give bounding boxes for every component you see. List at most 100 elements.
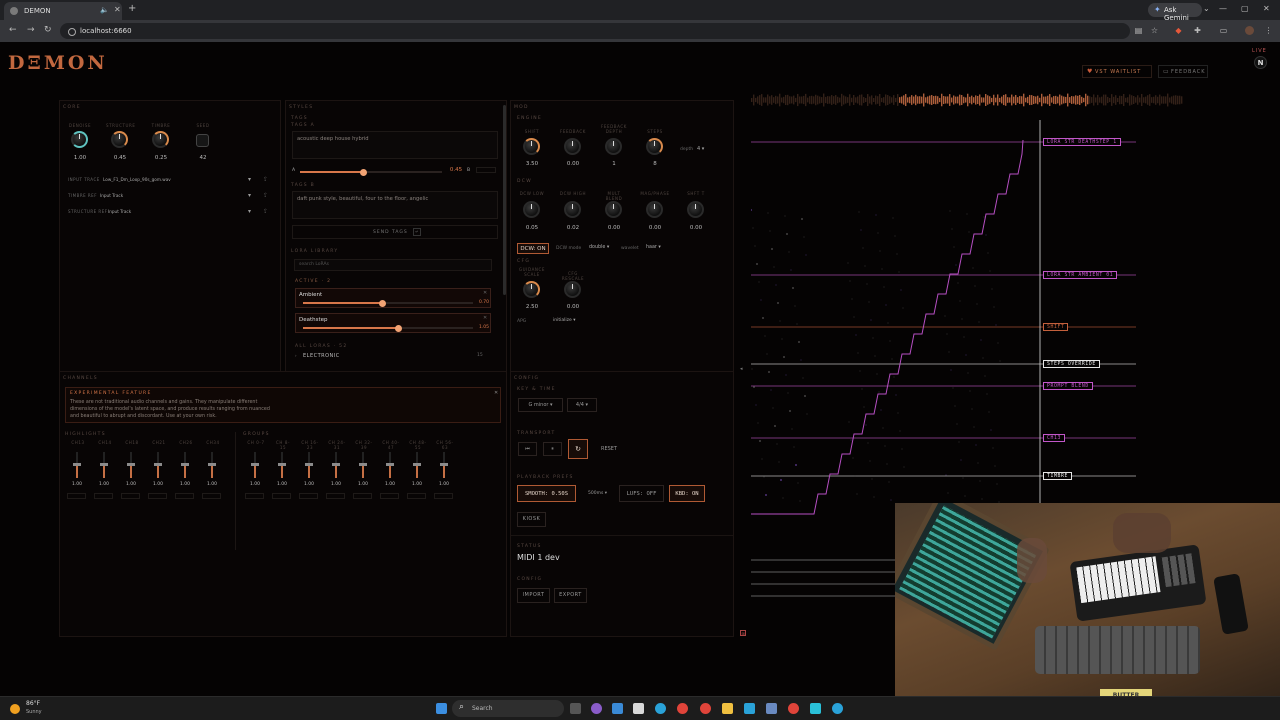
channel-fader[interactable] [386,452,394,478]
upload-icon[interactable]: ⇪ [263,208,269,215]
channel-chip[interactable] [175,493,194,499]
install-icon[interactable]: ▤ [1134,26,1143,35]
channel-chip[interactable] [67,493,86,499]
app-icon[interactable] [612,703,623,714]
channel-fader[interactable] [332,452,340,478]
menu-dots-icon[interactable]: ⋮ [1264,26,1273,35]
guidance-scale-knob[interactable] [523,281,540,298]
denoise-knob[interactable] [71,131,88,148]
steps-knob[interactable] [646,138,663,155]
automation-lane-label[interactable]: STEPS OVERRIDE [1043,360,1100,368]
fader-cap[interactable] [251,462,259,466]
vst-waitlist-button[interactable]: VST WAITLIST [1082,65,1152,78]
channel-fader[interactable] [440,452,448,478]
import-button[interactable]: IMPORT [517,588,550,603]
lora-weight-slider[interactable] [303,299,473,307]
channel-chip[interactable] [434,493,453,499]
prompt-blend-slider[interactable] [300,168,442,176]
avatar[interactable]: N [1254,56,1267,69]
weather-desc[interactable]: Sunny [26,709,42,715]
weather-temp[interactable]: 86°F [26,700,40,707]
windows-start-icon[interactable] [436,703,447,714]
fader-cap[interactable] [181,462,189,466]
fader-cap[interactable] [413,462,421,466]
channel-chip[interactable] [121,493,140,499]
maximize-icon[interactable]: ▢ [1241,4,1249,13]
automation-lane-label[interactable]: SHIFT [1043,323,1069,331]
structure-knob[interactable] [111,131,128,148]
kbd-toggle[interactable]: KBD: ON [669,485,705,502]
channel-chip[interactable] [380,493,399,499]
dcw-mode-select[interactable]: double ▾ [589,245,609,250]
grid-toggle-icon[interactable]: ⊞ [740,630,746,636]
upload-icon[interactable]: ⇪ [263,192,269,199]
key-select[interactable]: G minor ▾ [518,398,563,412]
reload-icon[interactable]: ↻ [44,25,52,35]
channel-chip[interactable] [202,493,221,499]
shft-t-knob[interactable] [687,201,704,218]
seed-dice-icon[interactable] [196,134,209,147]
channel-fader[interactable] [413,452,421,478]
app-icon[interactable] [744,703,755,714]
file-explorer-icon[interactable] [722,703,733,714]
wavelet-select[interactable]: haar ▾ [646,245,661,250]
sun-icon[interactable] [10,704,20,714]
fader-cap[interactable] [359,462,367,466]
feedback-depth-knob[interactable] [605,138,622,155]
edge-icon[interactable] [655,703,666,714]
channel-fader[interactable] [100,452,108,478]
dcw-toggle-button[interactable]: DCW: ON [517,243,549,254]
time-signature-select[interactable]: 4/4 ▾ [567,398,597,412]
speaker-icon[interactable]: 🔈 [100,6,109,14]
timbre-knob[interactable] [152,131,169,148]
lora-weight-slider[interactable] [303,324,473,332]
scrollbar[interactable] [503,105,506,295]
channel-fader[interactable] [154,452,162,478]
chevron-down-icon[interactable]: ▾ [248,192,252,199]
upload-icon[interactable]: ⇪ [263,176,269,183]
send-tags-button[interactable]: SEND TAGS ↵ [292,225,498,239]
channel-fader[interactable] [127,452,135,478]
mag-phase-knob[interactable] [646,201,663,218]
apg-select[interactable]: initialize ▾ [553,318,575,323]
channel-chip[interactable] [326,493,345,499]
fader-cap[interactable] [440,462,448,466]
minimize-icon[interactable]: — [1219,4,1227,13]
slider-thumb[interactable] [379,299,387,307]
blend-mode-chip[interactable] [476,167,496,173]
export-button[interactable]: EXPORT [554,588,587,603]
app-icon[interactable] [766,703,777,714]
fader-cap[interactable] [332,462,340,466]
channel-fader[interactable] [208,452,216,478]
tags-b-textarea[interactable]: daft punk style, beautiful, four to the … [292,191,498,219]
profile-avatar-icon[interactable] [1245,26,1254,35]
lora-category-electronic[interactable]: › ELECTRONIC 15 [295,353,491,361]
lora-search-input[interactable]: search LoRAs [294,259,492,271]
channel-fader[interactable] [359,452,367,478]
channel-fader[interactable] [251,452,259,478]
channel-chip[interactable] [148,493,167,499]
feedback-knob[interactable] [564,138,581,155]
mult-blend-knob[interactable] [605,201,622,218]
smooth-select[interactable]: 500ms ▾ [581,487,614,500]
automation-lane-label[interactable]: CH13 [1043,434,1065,442]
feedback-button[interactable]: FEEDBACK [1158,65,1208,78]
channel-fader[interactable] [278,452,286,478]
fader-cap[interactable] [127,462,135,466]
fader-cap[interactable] [100,462,108,466]
new-tab-button[interactable]: + [128,3,136,14]
side-panel-icon[interactable]: ▭ [1219,26,1228,35]
app-icon[interactable] [810,703,821,714]
lora-item-ambient[interactable]: Ambient ✕ 0.70 [295,288,491,308]
lora-item-deathstep[interactable]: Deathstep ✕ 1.05 [295,313,491,333]
close-icon[interactable]: ✕ [494,390,498,396]
pause-button[interactable]: ⏸ [543,442,562,456]
automation-lane-label[interactable]: TIMBRE [1043,472,1072,480]
lufs-toggle[interactable]: LUFS: OFF [619,485,664,502]
shift-knob[interactable] [523,138,540,155]
collapse-arrow-icon[interactable]: ◂ [740,366,743,372]
channel-fader[interactable] [305,452,313,478]
forward-icon[interactable]: → [27,25,35,35]
fader-cap[interactable] [73,462,81,466]
close-tab-icon[interactable]: ✕ [114,5,121,14]
